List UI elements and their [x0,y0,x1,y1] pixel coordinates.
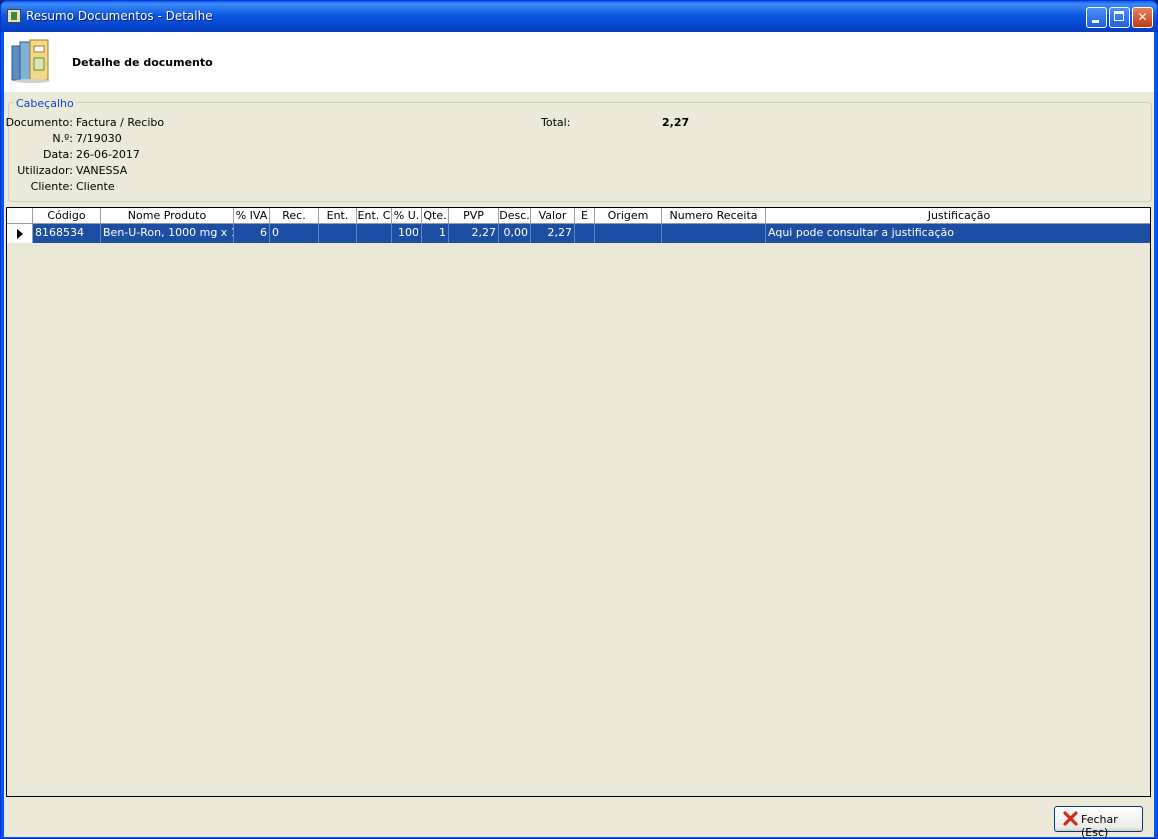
column-header-ent-c[interactable]: Ent. C [357,208,392,223]
title-bar[interactable]: Resumo Documentos - Detalhe ✕ [1,1,1157,32]
column-header-iva[interactable]: % IVA [234,208,270,223]
column-header-rec[interactable]: Rec. [270,208,319,223]
app-icon [7,9,21,23]
column-header-numero-receita[interactable]: Numero Receita [662,208,766,223]
close-icon [1063,811,1078,826]
group-caption: Cabeçalho [14,97,76,110]
window-title: Resumo Documentos - Detalhe [26,9,213,23]
grid-header: Código Nome Produto % IVA Rec. Ent. Ent.… [7,208,1150,224]
row-indicator-arrow-icon [7,224,33,243]
cell-pvp[interactable]: 2,27 [449,224,499,243]
utilizador-label: Utilizador: [17,164,73,177]
cell-origem[interactable] [595,224,662,243]
close-button-label: Fechar (Esc) [1081,813,1118,839]
total-value: 2,27 [662,116,690,129]
numero-value: 7/19030 [76,132,122,145]
cell-valor[interactable]: 2,27 [531,224,575,243]
column-header-nome-produto[interactable]: Nome Produto [101,208,234,223]
binder-icon [11,39,50,83]
close-window-button[interactable]: ✕ [1132,7,1153,28]
cell-pu[interactable]: 100 [392,224,422,243]
column-header-origem[interactable]: Origem [595,208,662,223]
documento-label: Documento: [5,116,73,129]
close-button[interactable]: Fechar (Esc) [1054,806,1143,838]
cell-desc[interactable]: 0,00 [499,224,531,243]
data-label: Data: [43,148,73,161]
utilizador-value: VANESSA [76,164,128,177]
header-panel: Detalhe de documento [4,32,1154,92]
page-title: Detalhe de documento [72,56,213,69]
cliente-value: Cliente [76,180,115,193]
header-group-box [8,102,1152,202]
cliente-label: Cliente: [30,180,73,193]
client-area: Detalhe de documento Cabeçalho Documento… [4,32,1154,838]
footer-bar: Fechar (Esc) [4,799,1154,838]
documento-value: Factura / Recibo [76,116,165,129]
column-header-indicator [7,208,33,223]
column-header-e[interactable]: E [575,208,595,223]
window: Resumo Documentos - Detalhe ✕ Detalhe de… [0,0,1158,839]
total-label: Total: [541,116,571,129]
maximize-button[interactable] [1109,7,1130,28]
cell-rec[interactable]: 0 [270,224,319,243]
cell-nome-produto[interactable]: Ben-U-Ron, 1000 mg x 10 s [101,224,234,243]
cell-ent-c[interactable] [357,224,392,243]
cell-numero-receita[interactable] [662,224,766,243]
column-header-desc[interactable]: Desc. [499,208,531,223]
column-header-ent[interactable]: Ent. [319,208,357,223]
column-header-codigo[interactable]: Código [33,208,101,223]
minimize-button[interactable] [1086,7,1107,28]
numero-label: N.º: [52,132,73,145]
document-lines-grid[interactable]: Código Nome Produto % IVA Rec. Ent. Ent.… [6,207,1151,797]
table-row[interactable]: 8168534 Ben-U-Ron, 1000 mg x 10 s 6 0 10… [7,224,1150,243]
column-header-justificacao[interactable]: Justificação [766,208,1150,223]
cell-qte[interactable]: 1 [422,224,449,243]
data-value: 26-06-2017 [76,148,140,161]
column-header-pvp[interactable]: PVP [449,208,499,223]
cell-codigo[interactable]: 8168534 [33,224,101,243]
column-header-qte[interactable]: Qte. [422,208,449,223]
column-header-pu[interactable]: % U. [392,208,422,223]
cell-iva[interactable]: 6 [234,224,270,243]
cell-ent[interactable] [319,224,357,243]
cell-justificacao[interactable]: Aqui pode consultar a justificação [766,224,1150,243]
column-header-valor[interactable]: Valor [531,208,575,223]
cell-e[interactable] [575,224,595,243]
